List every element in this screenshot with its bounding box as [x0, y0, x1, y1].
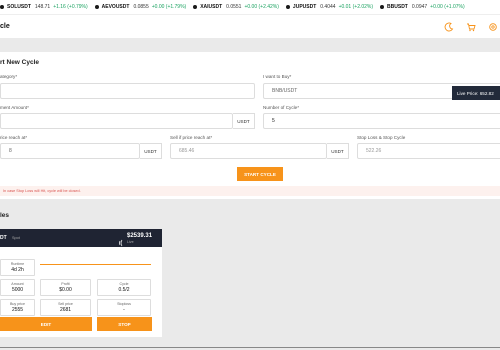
ticker-item[interactable]: BBUSDT 0.0947 +0.00 (+1.07%)	[380, 4, 465, 10]
cycle-price-sub: Live	[127, 240, 134, 244]
profit-label: Profit	[61, 282, 70, 286]
price-ticker: SOLUSDT 148.71 +1.16 (+0.79%) AEVOUSDT 0.08…	[0, 0, 500, 15]
category-label: ategory*	[0, 74, 18, 79]
cycle-type: Spot	[12, 236, 20, 240]
buy-price-label: Buy price	[10, 302, 25, 306]
coin-icon	[380, 5, 385, 9]
divider	[0, 347, 500, 348]
ticker-change: +0.00 (+1.79%)	[151, 4, 187, 10]
profit-value: $0.00	[59, 287, 72, 293]
ticker-symbol: AEVOUSDT	[101, 4, 130, 10]
buy-price-box: Buy price 2555	[0, 299, 35, 316]
live-signal-icon	[118, 234, 126, 247]
ticker-symbol: BBUSDT	[387, 4, 408, 10]
ticker-price: 0.0855	[133, 4, 149, 10]
ticker-item[interactable]: XAIUSDT 0.0551 +0.00 (+2.42%)	[193, 4, 279, 10]
ticker-price: 0.4044	[320, 4, 336, 10]
cart-icon[interactable]	[464, 20, 478, 34]
cycle-count-label: Cycle	[119, 282, 129, 286]
gear-icon[interactable]	[486, 20, 500, 34]
stoploss-value: -	[123, 307, 125, 313]
coin-icon	[285, 5, 290, 9]
stop-loss-input[interactable]: 522.26	[357, 143, 500, 159]
runtime-box: Runtime 4d 2h	[0, 259, 35, 276]
ticker-change: +0.01 (+2.02%)	[338, 4, 374, 10]
cycles-title: les	[0, 212, 10, 219]
cycles-section: les DT Spot $2539.31 Live Runtime 4d 2h …	[0, 199, 500, 350]
buy-price-label: rice reach at*	[0, 135, 28, 140]
ticker-price: 0.0551	[226, 4, 242, 10]
cycle-live-price: $2539.31	[127, 233, 153, 239]
progress-line	[40, 264, 151, 265]
category-select[interactable]	[0, 83, 255, 99]
coin-icon	[193, 5, 198, 9]
sell-price-label: Sell if price reach at*	[170, 135, 213, 140]
start-cycle-button[interactable]: START CYCLE	[237, 167, 283, 181]
ticker-item[interactable]: SOLUSDT 148.71 +1.16 (+0.79%)	[0, 4, 88, 10]
investment-amount-label: ment Amount*	[0, 105, 29, 110]
cycle-count-value: 0.5/2	[118, 287, 130, 293]
stop-button[interactable]: STOP	[97, 317, 152, 331]
ticker-price: 148.71	[34, 4, 51, 10]
ticker-change: +0.00 (+2.42%)	[244, 4, 279, 10]
form-title: rt New Cycle	[0, 59, 40, 66]
sell-price-box: Sell price 2681	[40, 299, 91, 316]
sell-price-value: 2681	[59, 307, 72, 313]
new-cycle-card: rt New Cycle ategory* I want to Buy* BNB…	[0, 52, 500, 199]
cycle-card-header: DT Spot $2539.31 Live	[0, 229, 162, 247]
runtime-label: Runtime	[10, 262, 25, 266]
stoploss-label: Stoploss	[117, 302, 131, 306]
ticker-symbol: XAIUSDT	[200, 4, 223, 10]
buy-price-currency-suffix: USDT	[140, 143, 162, 159]
ticker-price: 0.0947	[411, 4, 428, 10]
amount-box: Amount 5000	[0, 279, 35, 296]
profit-box: Profit $0.00	[40, 279, 91, 296]
coin-icon	[94, 5, 99, 9]
page-title: cle	[0, 23, 10, 30]
ticker-item[interactable]: AEVOUSDT 0.0855 +0.00 (+1.79%)	[94, 4, 187, 10]
ticker-item[interactable]: JUPUSDT 0.4044 +0.01 (+2.02%)	[285, 4, 374, 10]
investment-amount-input[interactable]	[0, 113, 233, 129]
moon-icon[interactable]	[442, 20, 456, 34]
stoploss-box: Stoploss -	[97, 299, 151, 316]
sell-price-input[interactable]: 685.46	[170, 143, 327, 159]
want-to-buy-label: I want to Buy*	[263, 74, 292, 79]
ticker-change: +0.00 (+1.07%)	[430, 4, 465, 10]
amount-value: 5000	[11, 287, 24, 293]
ticker-symbol: JUPUSDT	[292, 4, 317, 10]
runtime-value: 4d 2h	[11, 267, 24, 273]
buy-price-value: 2555	[11, 307, 24, 313]
number-of-cycle-input[interactable]: 5	[263, 113, 500, 129]
coin-icon	[0, 5, 4, 9]
live-price-tooltip: Live Price: 652.82	[452, 86, 500, 100]
ticker-change: +1.16 (+0.79%)	[53, 4, 88, 10]
cycle-pair: DT	[0, 235, 7, 241]
sell-price-label: Sell price	[58, 302, 73, 306]
sell-price-currency-suffix: USDT	[327, 143, 349, 159]
number-of-cycle-label: Number of Cycle*	[263, 105, 299, 110]
cycle-count-box: Cycle 0.5/2	[97, 279, 151, 296]
stop-loss-label: Stop Loss & Stop Cycle	[357, 135, 406, 140]
page-header: cle	[0, 15, 500, 38]
stop-loss-note: In case Stop Loss will Hit, cycle will b…	[0, 186, 500, 196]
ticker-symbol: SOLUSDT	[7, 4, 31, 10]
amount-currency-suffix: USDT	[233, 113, 255, 129]
amount-label: Amount	[11, 282, 24, 286]
buy-price-input[interactable]: 8	[0, 143, 140, 159]
edit-button[interactable]: EDIT	[0, 317, 92, 331]
cycle-card: DT Spot $2539.31 Live Runtime 4d 2h Amou…	[0, 229, 162, 337]
